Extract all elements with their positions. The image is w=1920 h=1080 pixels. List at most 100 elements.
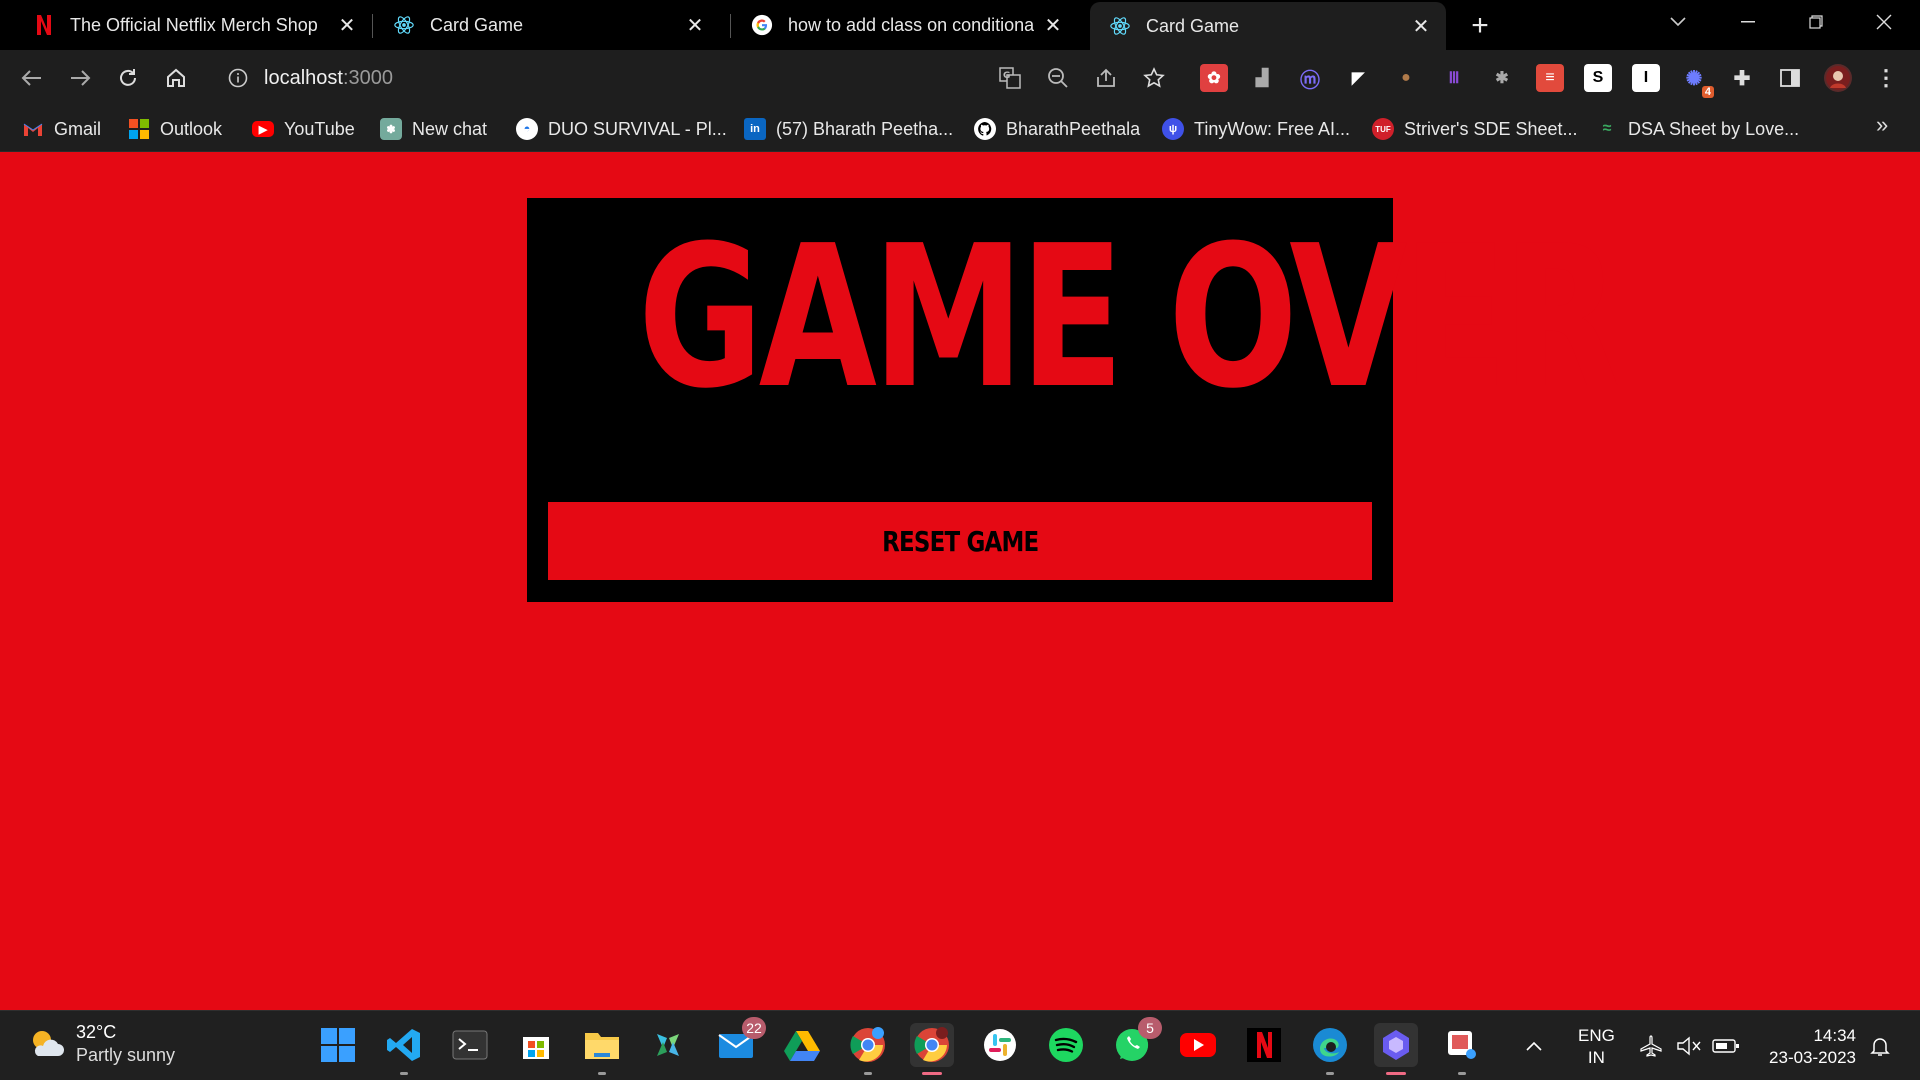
extension-cookie-icon[interactable]: ●	[1392, 64, 1420, 92]
weather-temp: 32°C	[76, 1022, 117, 1042]
netflix-icon	[32, 13, 56, 37]
bookmark-label: New chat	[412, 118, 488, 139]
extension-todoist-icon[interactable]: ≡	[1536, 64, 1564, 92]
notifications-icon[interactable]	[1868, 1011, 1892, 1080]
extensions-puzzle-icon[interactable]: ✚	[1728, 64, 1756, 92]
system-clock[interactable]: 14:34 23-03-2023	[1760, 1025, 1856, 1069]
bookmark-tinywow[interactable]: ψ TinyWow: Free AI...	[1162, 116, 1350, 142]
react-icon	[392, 13, 416, 37]
bookmark-gmail[interactable]: Gmail	[22, 116, 101, 142]
microsoft-store-icon[interactable]	[514, 1023, 558, 1067]
youtube-app-icon[interactable]	[1176, 1023, 1220, 1067]
bookmark-star-icon[interactable]	[1140, 64, 1168, 92]
vscode-icon[interactable]	[382, 1023, 426, 1075]
google-drive-icon[interactable]	[780, 1023, 824, 1067]
bookmark-linkedin[interactable]: in (57) Bharath Peetha...	[744, 116, 953, 142]
menu-kebab-icon[interactable]: ⋮	[1872, 64, 1900, 92]
chrome-active-icon[interactable]	[910, 1023, 954, 1075]
reset-game-button[interactable]: RESET GAME	[548, 502, 1372, 580]
close-icon[interactable]: ✕	[336, 14, 358, 37]
language-indicator[interactable]: ENG IN	[1578, 1025, 1615, 1069]
widgets-app-icon[interactable]	[646, 1023, 690, 1067]
bookmark-label: Outlook	[160, 118, 223, 139]
tray-chevron-icon[interactable]	[1526, 1011, 1542, 1080]
bookmarks-overflow-icon[interactable]: »	[1876, 112, 1888, 138]
close-window-icon[interactable]	[1856, 0, 1912, 44]
copilot-app-icon[interactable]	[1374, 1023, 1418, 1075]
url-host: localhost	[264, 66, 343, 89]
airplane-mode-icon[interactable]	[1640, 1011, 1664, 1080]
tab-card-game-active[interactable]: Card Game ✕	[1090, 2, 1446, 50]
close-icon[interactable]: ✕	[1410, 15, 1432, 38]
linkedin-icon: in	[744, 118, 766, 140]
forward-arrow-icon[interactable]	[64, 62, 96, 94]
reset-game-label: RESET GAME	[881, 524, 1039, 558]
weather-desc: Partly sunny	[76, 1045, 176, 1065]
bookmark-new-chat[interactable]: ✽ New chat	[380, 116, 487, 142]
translate-icon[interactable]: G	[996, 64, 1024, 92]
google-icon	[750, 13, 774, 37]
extension-arrow-icon[interactable]: ◤	[1344, 64, 1372, 92]
extension-mastodon-icon[interactable]: ⓜ	[1296, 64, 1324, 92]
bookmark-outlook[interactable]: Outlook	[128, 116, 222, 142]
start-button[interactable]	[316, 1023, 360, 1067]
extension-s-icon[interactable]: S	[1584, 64, 1612, 92]
bookmark-duo-survival[interactable]: ◓ DUO SURVIVAL - Pl...	[516, 116, 727, 142]
bookmark-label: (57) Bharath Peetha...	[776, 118, 954, 139]
bookmark-label: DSA Sheet by Love...	[1628, 118, 1800, 139]
bookmark-striver[interactable]: TUF Striver's SDE Sheet...	[1372, 116, 1578, 142]
close-icon[interactable]: ✕	[1042, 14, 1064, 37]
close-icon[interactable]: ✕	[684, 14, 706, 37]
new-tab-button[interactable]: +	[1464, 9, 1496, 42]
bookmark-label: TinyWow: Free AI...	[1194, 118, 1351, 139]
info-icon[interactable]	[226, 66, 250, 90]
region-code: IN	[1587, 1048, 1605, 1067]
back-arrow-icon[interactable]	[16, 62, 48, 94]
tab-title: The Official Netflix Merch Shop	[70, 14, 318, 35]
mail-badge: 22	[742, 1017, 766, 1039]
tab-title: Card Game	[1146, 15, 1240, 36]
zoom-out-icon[interactable]	[1044, 64, 1072, 92]
restore-icon[interactable]	[1788, 0, 1844, 44]
extension-blocks-icon[interactable]: ▟	[1248, 64, 1276, 92]
svg-text:G: G	[1003, 71, 1010, 81]
bookmark-label: Striver's SDE Sheet...	[1404, 118, 1578, 139]
bookmark-dsa-sheet[interactable]: ≈ DSA Sheet by Love...	[1596, 116, 1800, 142]
profile-avatar[interactable]	[1824, 64, 1852, 92]
weather-widget[interactable]: 32°C Partly sunny	[26, 1021, 175, 1067]
file-explorer-icon[interactable]	[580, 1023, 624, 1075]
tab-google-search[interactable]: how to add class on conditional r ✕	[732, 0, 1078, 50]
tab-search-chevron-icon[interactable]	[1650, 0, 1706, 44]
netflix-app-icon[interactable]	[1242, 1023, 1286, 1067]
tab-card-game[interactable]: Card Game ✕	[374, 0, 720, 50]
tab-netflix-merch[interactable]: The Official Netflix Merch Shop ✕	[14, 0, 372, 50]
extension-bug-icon[interactable]: ✱	[1488, 64, 1516, 92]
share-icon[interactable]	[1092, 64, 1120, 92]
extension-red-icon[interactable]: ✿	[1200, 64, 1228, 92]
terminal-icon[interactable]	[448, 1023, 492, 1067]
tab-title: how to add class on conditional r	[788, 14, 1034, 35]
home-icon[interactable]	[160, 62, 192, 94]
chrome-profile-icon[interactable]	[846, 1023, 890, 1075]
side-panel-icon[interactable]	[1776, 64, 1804, 92]
bookmark-youtube[interactable]: ▶ YouTube	[252, 116, 355, 142]
game-over-heading: GAME OVER	[637, 204, 1620, 432]
snipping-tool-icon[interactable]	[1440, 1023, 1484, 1075]
whatsapp-icon[interactable]: 5	[1110, 1017, 1162, 1067]
spotify-icon[interactable]	[1044, 1023, 1088, 1067]
lang-code: ENG	[1578, 1026, 1615, 1045]
bookmark-github[interactable]: BharathPeethala	[974, 116, 1140, 142]
minimize-icon[interactable]	[1720, 0, 1776, 44]
bookmark-label: YouTube	[284, 118, 355, 139]
reload-icon[interactable]	[112, 62, 144, 94]
volume-muted-icon[interactable]	[1676, 1011, 1702, 1080]
extension-library-icon[interactable]: Ⅲ	[1440, 64, 1468, 92]
edge-icon[interactable]	[1308, 1023, 1352, 1075]
slack-icon[interactable]	[978, 1023, 1022, 1067]
extension-i-icon[interactable]: I	[1632, 64, 1660, 92]
address-bar[interactable]: localhost :3000	[212, 56, 992, 100]
game-over-card: GAME OVER RESET GAME	[527, 198, 1620, 602]
extension-badge-icon[interactable]: ✺ 4	[1680, 64, 1714, 98]
mail-icon[interactable]: 22	[714, 1017, 766, 1067]
battery-icon[interactable]	[1712, 1011, 1740, 1080]
